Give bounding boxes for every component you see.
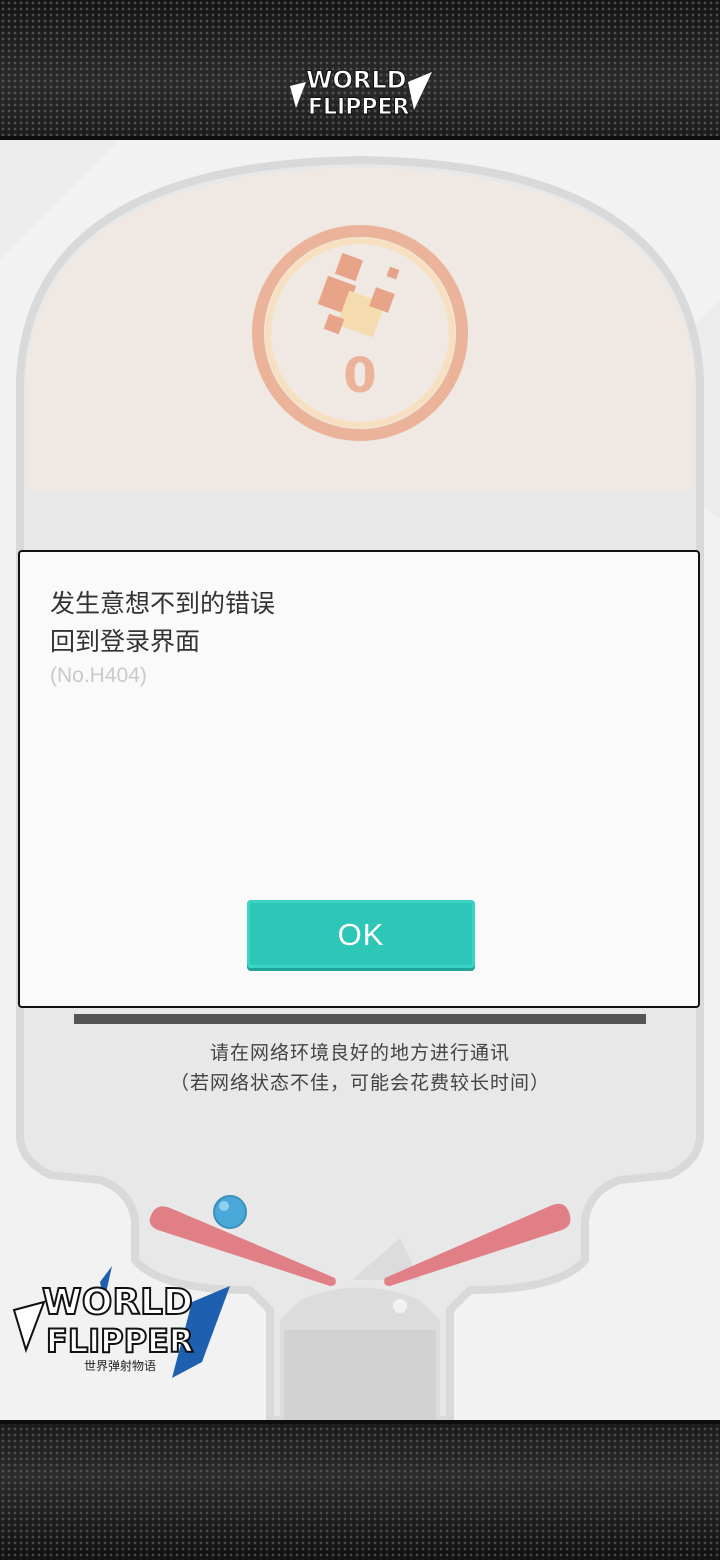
error-dialog: 发生意想不到的错误 回到登录界面 (No.H404) OK bbox=[18, 550, 700, 1008]
pinball-ball bbox=[213, 1195, 247, 1229]
world-flipper-logo: WORLD FLIPPER bbox=[290, 66, 432, 121]
error-code: (No.H404) bbox=[50, 664, 147, 687]
logo-text-bottom: FLIPPER bbox=[308, 95, 410, 120]
logo-large-text-top: WORLD bbox=[42, 1282, 193, 1323]
network-message-line1: 请在网络环境良好的地方进行通讯 bbox=[209, 1042, 510, 1064]
logo-text-top: WORLD bbox=[306, 66, 407, 94]
network-message-line2: （若网络状态不佳，可能会花费较长时间） bbox=[169, 1072, 550, 1094]
dialog-message-line2: 回到登录界面 bbox=[50, 627, 201, 656]
ok-button[interactable]: OK bbox=[247, 900, 475, 968]
dialog-message-line1: 发生意想不到的错误 bbox=[50, 589, 276, 618]
logo-large-text-bottom: FLIPPER bbox=[46, 1322, 194, 1360]
bottom-banner bbox=[0, 1420, 720, 1560]
top-banner: WORLD FLIPPER bbox=[0, 0, 720, 140]
world-flipper-logo-large: WORLD FLIPPER 世界弹射物语 bbox=[12, 1266, 230, 1378]
loading-progress-bar bbox=[74, 1014, 646, 1024]
score-value: 0 bbox=[343, 348, 376, 404]
logo-subtitle: 世界弹射物语 bbox=[84, 1358, 156, 1373]
